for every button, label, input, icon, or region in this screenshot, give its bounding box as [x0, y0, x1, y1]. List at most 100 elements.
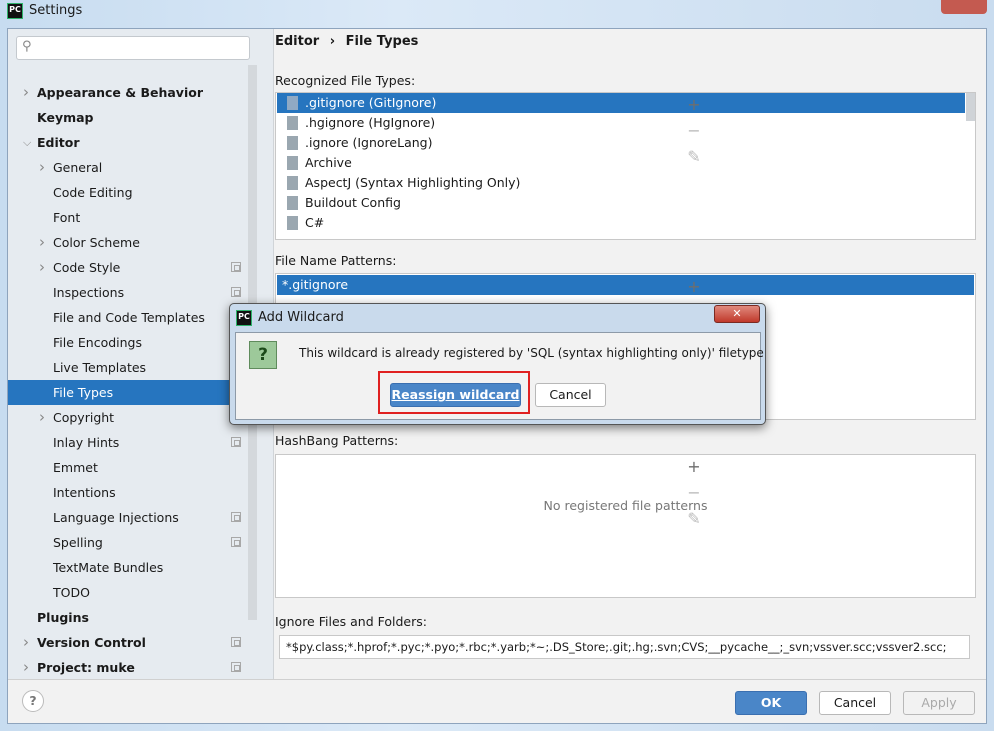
- sidebar-item[interactable]: Font: [8, 205, 248, 230]
- sidebar-item[interactable]: Code Editing: [8, 180, 248, 205]
- sidebar-item[interactable]: TextMate Bundles: [8, 555, 248, 580]
- chevron-right-icon[interactable]: ›: [39, 405, 45, 430]
- file-type-icon: [287, 216, 298, 230]
- sidebar-item[interactable]: Live Templates: [8, 355, 248, 380]
- pattern-row[interactable]: *.gitignore: [277, 275, 974, 295]
- sidebar-item[interactable]: Emmet: [8, 455, 248, 480]
- patterns-label: File Name Patterns:: [275, 253, 397, 268]
- file-type-label: C#: [305, 215, 325, 230]
- copy-icon: [231, 537, 241, 547]
- sidebar-item[interactable]: Keymap: [8, 105, 248, 130]
- cancel-button[interactable]: Cancel: [819, 691, 891, 715]
- chevron-right-icon[interactable]: ›: [39, 255, 45, 280]
- reassign-wildcard-button[interactable]: Reassign wildcard: [390, 383, 521, 407]
- sidebar-item[interactable]: › Code Style: [8, 255, 248, 280]
- sidebar-item-label: Code Style: [53, 260, 121, 275]
- breadcrumb-current: File Types: [345, 34, 419, 49]
- sidebar-item-label: TODO: [53, 585, 90, 600]
- file-type-icon: [287, 96, 298, 110]
- add-file-type-button[interactable]: +: [684, 95, 704, 114]
- remove-hashbang-button[interactable]: −: [684, 483, 704, 502]
- breadcrumb: Editor › File Types: [275, 34, 418, 49]
- sidebar-item-label: Intentions: [53, 485, 116, 500]
- file-type-icon: [287, 116, 298, 130]
- hashbang-label: HashBang Patterns:: [275, 433, 399, 448]
- sidebar-item-label: File Encodings: [53, 335, 143, 350]
- dialog-close-button[interactable]: ✕: [714, 305, 760, 323]
- sidebar-item[interactable]: Inlay Hints: [8, 430, 248, 455]
- sidebar-item-label: Spelling: [53, 535, 103, 550]
- breadcrumb-separator: ›: [329, 34, 336, 49]
- file-type-row[interactable]: .gitignore (GitIgnore): [277, 93, 965, 113]
- dialog-title: Add Wildcard: [258, 310, 344, 325]
- file-type-row[interactable]: AspectJ (Syntax Highlighting Only): [277, 173, 965, 193]
- window-close-button[interactable]: [941, 0, 987, 14]
- hashbang-patterns-list[interactable]: No registered file patterns: [275, 454, 976, 598]
- sidebar-item[interactable]: Inspections: [8, 280, 248, 305]
- sidebar-item-label: Plugins: [37, 610, 89, 625]
- sidebar-item[interactable]: › Version Control: [8, 630, 248, 655]
- sidebar-item[interactable]: Intentions: [8, 480, 248, 505]
- breadcrumb-parent[interactable]: Editor: [275, 34, 319, 49]
- file-type-label: Archive: [305, 155, 352, 170]
- remove-file-type-button[interactable]: −: [684, 121, 704, 140]
- sidebar-item[interactable]: Language Injections: [8, 505, 248, 530]
- sidebar-item[interactable]: › Appearance & Behavior: [8, 80, 248, 105]
- file-type-row[interactable]: Archive: [277, 153, 965, 173]
- add-pattern-button[interactable]: +: [684, 277, 704, 296]
- sidebar-item[interactable]: File Types: [8, 380, 248, 405]
- sidebar-item[interactable]: › Color Scheme: [8, 230, 248, 255]
- file-type-label: AspectJ (Syntax Highlighting Only): [305, 175, 521, 190]
- sidebar-item[interactable]: File and Code Templates: [8, 305, 248, 330]
- chevron-right-icon[interactable]: ›: [39, 230, 45, 255]
- sidebar-item-label: Appearance & Behavior: [37, 85, 203, 100]
- ignore-files-input[interactable]: *$py.class;*.hprof;*.pyc;*.pyo;*.rbc;*.y…: [279, 635, 970, 659]
- sidebar-item[interactable]: File Encodings: [8, 330, 248, 355]
- help-button[interactable]: ?: [22, 690, 44, 712]
- sidebar-item-label: General: [53, 160, 103, 175]
- file-type-icon: [287, 156, 298, 170]
- sidebar-item-label: File Types: [53, 385, 114, 400]
- file-type-row[interactable]: C#: [277, 213, 965, 233]
- sidebar-item-label: Copyright: [53, 410, 115, 425]
- file-type-icon: [287, 196, 298, 210]
- dialog-cancel-button[interactable]: Cancel: [535, 383, 606, 407]
- sidebar-item-label: Inlay Hints: [53, 435, 120, 450]
- file-type-row[interactable]: .ignore (IgnoreLang): [277, 133, 965, 153]
- chevron-right-icon[interactable]: ›: [23, 630, 29, 655]
- sidebar-item-label: File and Code Templates: [53, 310, 205, 325]
- chevron-right-icon[interactable]: ›: [23, 80, 29, 105]
- ignore-label: Ignore Files and Folders:: [275, 614, 427, 629]
- file-type-icon: [287, 176, 298, 190]
- recognized-file-types-list[interactable]: .gitignore (GitIgnore) .hgignore (HgIgnor…: [275, 92, 976, 240]
- sidebar-item[interactable]: ⌵ Editor: [8, 130, 248, 155]
- file-type-row[interactable]: .hgignore (HgIgnore): [277, 113, 965, 133]
- sidebar-item-label: Editor: [37, 135, 80, 150]
- sidebar-item[interactable]: TODO: [8, 580, 248, 605]
- file-type-row[interactable]: Buildout Config: [277, 193, 965, 213]
- chevron-right-icon[interactable]: ›: [39, 155, 45, 180]
- list-scrollbar[interactable]: [966, 93, 975, 121]
- dialog-app-icon: PC: [236, 310, 252, 326]
- sidebar-item-label: Live Templates: [53, 360, 147, 375]
- search-input[interactable]: ⚲: [16, 36, 250, 60]
- chevron-down-icon[interactable]: ⌵: [23, 130, 31, 155]
- edit-file-type-button[interactable]: ✎: [684, 147, 704, 166]
- sidebar-item[interactable]: › Copyright: [8, 405, 248, 430]
- file-type-icon: [287, 136, 298, 150]
- add-hashbang-button[interactable]: +: [684, 457, 704, 476]
- sidebar-item-label: Project: muke: [37, 660, 135, 675]
- question-icon: ?: [249, 341, 277, 369]
- sidebar-item[interactable]: Plugins: [8, 605, 248, 630]
- sidebar-item-label: Font: [53, 210, 81, 225]
- edit-hashbang-button[interactable]: ✎: [684, 509, 704, 528]
- chevron-right-icon[interactable]: ›: [23, 655, 29, 679]
- sidebar-item-label: Language Injections: [53, 510, 179, 525]
- sidebar-item-label: Color Scheme: [53, 235, 140, 250]
- copy-icon: [231, 287, 241, 297]
- sidebar-item[interactable]: › Project: muke: [8, 655, 248, 679]
- sidebar-item[interactable]: Spelling: [8, 530, 248, 555]
- apply-button[interactable]: Apply: [903, 691, 975, 715]
- ok-button[interactable]: OK: [735, 691, 807, 715]
- sidebar-item[interactable]: › General: [8, 155, 248, 180]
